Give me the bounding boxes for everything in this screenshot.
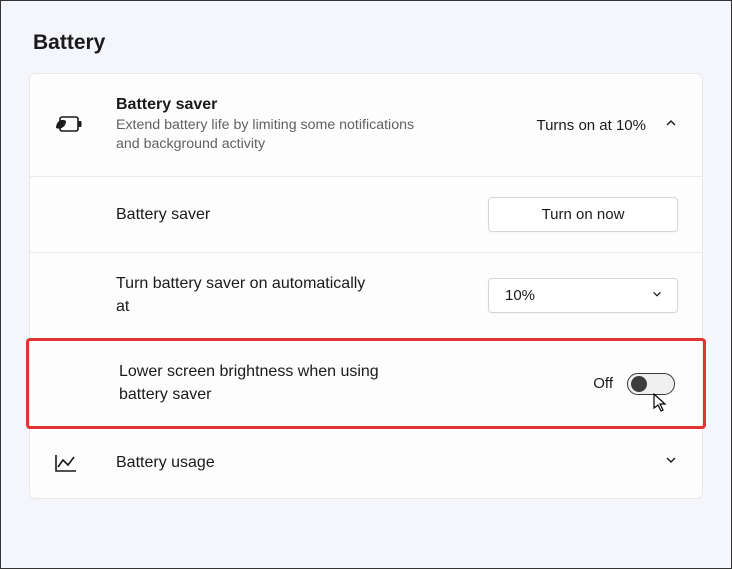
turn-on-now-button[interactable]: Turn on now xyxy=(488,197,678,232)
chevron-up-icon xyxy=(664,116,678,135)
battery-usage-row[interactable]: Battery usage xyxy=(30,428,702,498)
battery-usage-label: Battery usage xyxy=(116,454,664,472)
battery-saver-turnon-row: Battery saver Turn on now xyxy=(30,177,702,253)
auto-on-threshold-select[interactable]: 10% xyxy=(488,278,678,313)
battery-panel: Battery saver Extend battery life by lim… xyxy=(29,73,703,499)
brightness-toggle-state: Off xyxy=(593,375,613,392)
lower-brightness-row: Lower screen brightness when using batte… xyxy=(26,338,706,429)
battery-saver-label: Battery saver xyxy=(116,206,488,224)
toggle-knob xyxy=(631,376,647,392)
auto-on-row: Turn battery saver on automatically at 1… xyxy=(30,253,702,339)
chevron-down-icon xyxy=(651,288,663,303)
section-title-battery: Battery xyxy=(29,31,703,55)
battery-saver-header-row[interactable]: Battery saver Extend battery life by lim… xyxy=(30,74,702,177)
chevron-down-icon xyxy=(664,453,678,472)
lower-brightness-label: Lower screen brightness when using batte… xyxy=(119,361,379,406)
battery-leaf-icon xyxy=(54,114,88,136)
auto-on-label: Turn battery saver on automatically at xyxy=(116,273,376,318)
battery-saver-status: Turns on at 10% xyxy=(536,117,646,134)
battery-saver-description: Extend battery life by limiting some not… xyxy=(116,116,416,154)
cursor-icon xyxy=(653,393,669,418)
battery-saver-title: Battery saver xyxy=(116,96,536,114)
auto-on-threshold-value: 10% xyxy=(505,287,535,304)
chart-icon xyxy=(54,453,88,473)
brightness-toggle[interactable] xyxy=(627,373,675,395)
